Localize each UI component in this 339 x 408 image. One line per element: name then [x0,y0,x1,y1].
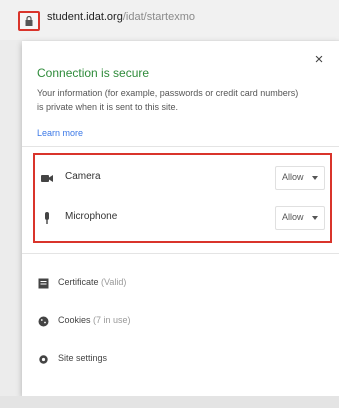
cookies-item[interactable]: Cookies (7 in use) [22,305,339,337]
site-info-button[interactable] [18,11,40,31]
menu-label: Site settings [58,353,107,363]
permission-row-camera: Camera Allow [35,158,330,198]
cookie-icon [37,315,49,327]
cookies-count: (7 in use) [93,315,131,325]
permission-label: Camera [65,171,101,182]
url-text[interactable]: student.idat.org/idat/startexmo [47,11,195,23]
menu-label: Certificate (Valid) [58,277,126,287]
certificate-status: (Valid) [101,277,127,287]
permission-row-microphone: Microphone Allow [35,198,330,238]
close-icon[interactable]: × [312,52,326,67]
url-host: student.idat.org [47,11,123,23]
learn-more-link[interactable]: Learn more [37,128,83,138]
gear-icon [37,353,49,365]
cookies-label: Cookies [58,315,91,325]
menu-label: Cookies (7 in use) [58,315,131,325]
connection-status-title: Connection is secure [37,66,150,80]
permissions-highlight: Camera Allow Microphone Allow [33,153,332,243]
site-settings-label: Site settings [58,353,108,363]
divider [22,253,339,254]
chevron-down-icon [312,216,318,220]
site-settings-item[interactable]: Site settings [22,343,339,375]
camera-permission-select[interactable]: Allow [275,166,325,190]
divider [22,146,339,147]
lock-icon [25,16,33,26]
microphone-permission-select[interactable]: Allow [275,206,325,230]
microphone-icon [40,212,54,224]
connection-description: Your information (for example, passwords… [37,88,299,112]
select-value: Allow [282,172,304,182]
camera-icon [40,172,54,184]
address-bar: student.idat.org/idat/startexmo [0,0,339,40]
select-value: Allow [282,212,304,222]
certificate-label: Certificate [58,277,99,287]
permission-label: Microphone [65,211,118,222]
chevron-down-icon [312,176,318,180]
url-path: /idat/startexmo [122,11,195,23]
site-info-popup: × Connection is secure Your information … [22,41,339,396]
certificate-icon [37,277,49,289]
certificate-item[interactable]: Certificate (Valid) [22,267,339,299]
page-background [0,396,339,408]
